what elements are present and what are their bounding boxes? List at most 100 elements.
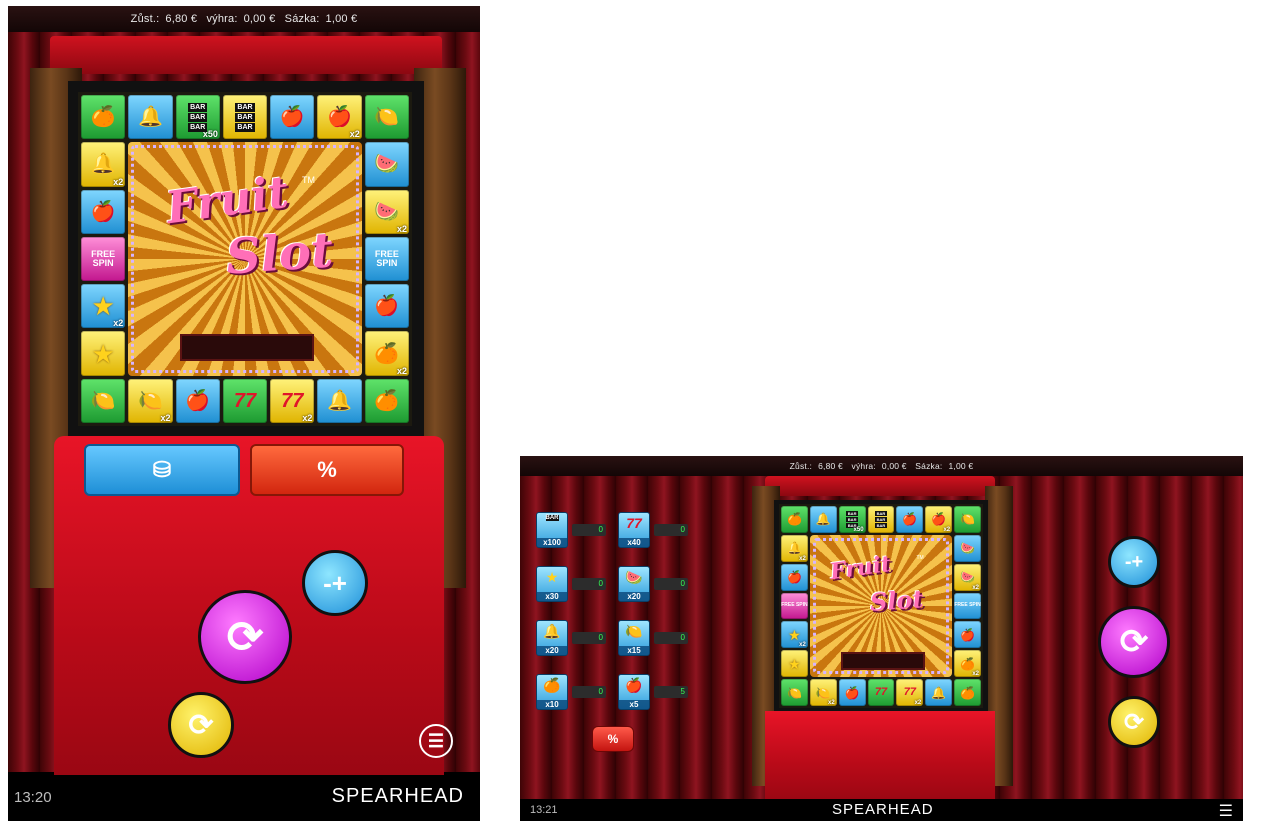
paytable-symbol-icon: 🍊 — [543, 677, 561, 693]
board-tile: BAR BAR BAR x50 — [175, 95, 220, 140]
paytable-count: 0 — [572, 578, 606, 590]
paytable-multiplier: x20 — [537, 646, 567, 655]
board-tile: 🍎 — [954, 621, 981, 649]
tile-symbol: FREE SPIN — [91, 248, 116, 268]
paytable-multiplier: x30 — [537, 592, 567, 601]
paytable-count: 0 — [572, 632, 606, 644]
spin-button[interactable]: ⟳ — [1098, 606, 1170, 678]
tile-symbol: 🍎 — [786, 570, 802, 585]
brand-logo: SPEARHEAD — [331, 785, 464, 807]
tile-multiplier: x2 — [113, 176, 124, 187]
slot-board: 🍊 🔔 BAR BAR BAR x50 BAR BAR BAR 🍎 🍎 x2 🍋 🔔 x2 Fruit Slot… — [779, 504, 983, 708]
tile-symbol: 🍎 — [902, 512, 918, 527]
board-tile: ★ — [81, 331, 126, 376]
tile-symbol: 🔔 — [327, 389, 353, 412]
paytable-symbol-icon: 77 — [626, 515, 642, 531]
tile-symbol: 🔔 — [90, 153, 116, 176]
win-value: 0,00 € — [881, 461, 907, 471]
tile-symbol: 🔔 — [786, 541, 802, 556]
tile-symbol: 🍎 — [90, 200, 116, 223]
tile-symbol: 77 — [233, 389, 257, 412]
tile-symbol: ★ — [788, 626, 801, 643]
footer-bar: 13:20 SPEARHEAD — [8, 775, 480, 821]
paytable-symbol: 77 x40 — [618, 512, 650, 548]
board-tile: 🍊 — [954, 679, 981, 706]
win-display-slot — [179, 333, 315, 361]
board-tile: 🍊 x2 — [954, 650, 981, 678]
tile-symbol: 🍋 — [137, 389, 163, 412]
board-tile: 🍎 x2 — [925, 506, 953, 533]
paytable-symbol-icon: ★ — [545, 569, 559, 585]
paytable-row: 🔔 x20 0 — [536, 620, 606, 656]
tile-multiplier: x2 — [972, 584, 979, 591]
paytable-symbol: ★ x30 — [536, 566, 568, 602]
board-tile: 🍎 — [175, 378, 220, 423]
status-bar: Zůst.: 6,80 € výhra: 0,00 € Sázka: 1,00 € — [8, 6, 480, 32]
circular-arrow-small-icon: ⟳ — [188, 708, 214, 742]
board-tile: 🍉 x2 — [954, 563, 981, 591]
tile-symbol: 🍉 — [374, 153, 400, 176]
board-tile: 🔔 — [128, 95, 173, 140]
trademark: TM — [302, 174, 316, 185]
minus-plus-icon: -+ — [323, 567, 347, 598]
tile-symbol: ★ — [91, 338, 115, 369]
paytable-row: 🍊 x10 0 — [536, 674, 606, 710]
cabinet-top — [765, 476, 995, 496]
logo-slot: Slot — [868, 584, 925, 617]
board-tile: 77 — [867, 679, 895, 706]
board-tile: 🔔 — [809, 506, 837, 533]
bet-value: 1,00 € — [948, 461, 974, 471]
tile-symbol: 🍊 — [960, 656, 976, 671]
paytable-row: 🍋 x15 0 — [618, 620, 688, 656]
tile-symbol: 77 — [903, 686, 916, 699]
tile-symbol: ★ — [788, 655, 801, 672]
board-tile: 🍎 — [896, 506, 924, 533]
paytable-symbol-icon: 🍎 — [625, 677, 643, 693]
balance-label: Zůst.: — [130, 13, 160, 25]
paytable-symbol: 🔔 x20 — [536, 620, 568, 656]
paytable-row: BAR x100 0 — [536, 512, 606, 548]
balance-label: Zůst.: — [789, 461, 813, 471]
bet-adjust-button[interactable]: -+ — [1108, 536, 1160, 588]
coin-stack-icon: ⛁ — [152, 457, 172, 482]
collect-button[interactable]: % — [250, 444, 404, 496]
tile-symbol: 🍊 — [786, 512, 802, 527]
autoplay-button[interactable]: ⟳ — [168, 692, 234, 758]
paytable-symbol-icon: 🍉 — [625, 569, 643, 585]
brand-logo: SPEARHEAD — [832, 801, 934, 818]
board-tile: FREE SPIN — [954, 592, 981, 620]
tile-multiplier: x2 — [943, 526, 951, 533]
bet-adjust-button[interactable]: -+ — [302, 550, 368, 616]
circular-arrow-icon: ⟳ — [226, 612, 264, 662]
tile-symbol: FREE SPIN — [954, 602, 981, 609]
paytable-count: 0 — [654, 632, 688, 644]
board-tile: 🍊 — [364, 378, 409, 423]
tile-symbol: 🍋 — [960, 512, 976, 527]
tile-symbol: 🔔 — [137, 106, 163, 129]
add-coins-button[interactable]: ⛁ — [84, 444, 240, 496]
hamburger-icon[interactable]: ☰ — [1219, 801, 1233, 821]
fruit-slot-logo-panel: Fruit Slot TM — [809, 534, 953, 678]
paytable-row: 77 x40 0 — [618, 512, 688, 548]
bet-label: Sázka: — [915, 461, 943, 471]
tile-multiplier: x2 — [914, 700, 922, 706]
autoplay-button[interactable]: ⟳ — [1108, 696, 1160, 748]
tile-symbol: 🍋 — [90, 389, 116, 412]
tile-symbol: 🍊 — [374, 389, 400, 412]
coin-percent-icon: % — [317, 457, 337, 482]
paytable-multiplier: x20 — [619, 592, 649, 601]
tile-symbol: FREE SPIN — [374, 248, 399, 268]
collect-button[interactable]: % — [592, 726, 634, 752]
tile-multiplier: x2 — [396, 365, 407, 376]
board-tile: 🍎 x2 — [317, 95, 362, 140]
board-tile: 🍋 — [954, 506, 981, 533]
win-value: 0,00 € — [243, 13, 276, 25]
spin-button[interactable]: ⟳ — [198, 590, 292, 684]
board-tile: 🍊 — [781, 506, 808, 533]
cabinet-top — [50, 36, 442, 74]
tile-symbol: 🍉 — [374, 200, 400, 223]
portrait-game-screen: Zůst.: 6,80 € výhra: 0,00 € Sázka: 1,00 € 🍊… — [8, 6, 480, 821]
tile-multiplier: x2 — [799, 555, 806, 562]
board-tile: 🍋 x2 — [128, 378, 173, 423]
menu-button[interactable]: ☰ — [419, 724, 453, 758]
